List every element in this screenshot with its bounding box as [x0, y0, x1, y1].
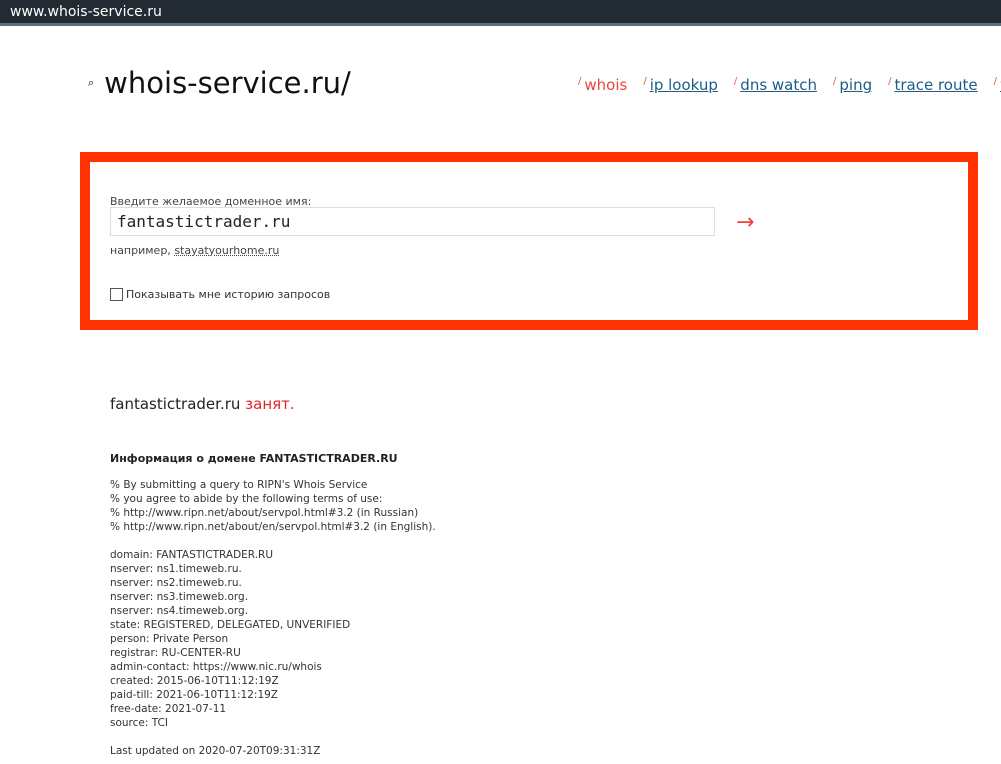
- search-form: Введите желаемое доменное имя: fantastic…: [80, 152, 978, 330]
- nav-link[interactable]: ip lookup: [650, 76, 718, 94]
- nav-link[interactable]: trace route: [894, 76, 977, 94]
- nav-link[interactable]: dns watch: [740, 76, 817, 94]
- terms-line: % http://www.ripn.net/about/servpol.html…: [110, 507, 419, 519]
- result-line: fantastictrader.ru занят.: [110, 395, 295, 413]
- whois-record: created: 2015-06-10T11:12:19Z: [110, 675, 279, 687]
- address-bar[interactable]: www.whois-service.ru: [0, 0, 1001, 26]
- whois-title: Информация о домене FANTASTICTRADER.RU: [110, 452, 398, 465]
- whois-record: domain: FANTASTICTRADER.RU: [110, 549, 274, 561]
- whois-record: paid-till: 2021-06-10T11:12:19Z: [110, 689, 278, 701]
- nav-more[interactable]: /wha: [994, 76, 1001, 94]
- nav-ping[interactable]: / ping: [833, 76, 872, 94]
- whois-record: admin-contact: https://www.nic.ru/whois: [110, 661, 322, 673]
- history-label: Показывать мне историю запросов: [126, 288, 331, 301]
- records-block: domain: FANTASTICTRADER.RU nserver: ns1.t…: [110, 548, 436, 730]
- whois-record: nserver: ns2.timeweb.ru.: [110, 577, 242, 589]
- example-prefix: например,: [110, 244, 171, 257]
- logo-text: whois-service.ru/: [104, 66, 351, 100]
- whois-record: free-date: 2021-07-11: [110, 703, 227, 715]
- history-checkbox[interactable]: Показывать мне историю запросов: [110, 288, 330, 301]
- nav-link[interactable]: ping: [839, 76, 872, 94]
- whois-info: Информация о домене FANTASTICTRADER.RU %…: [110, 452, 436, 758]
- whois-record: person: Private Person: [110, 633, 229, 645]
- example-link[interactable]: stayatyourhome.ru: [174, 244, 279, 257]
- result-domain: fantastictrader.ru: [110, 395, 241, 413]
- nav-link[interactable]: whois: [584, 76, 627, 94]
- domain-input[interactable]: fantastictrader.ru: [110, 207, 715, 236]
- nav-whois[interactable]: / whois: [578, 76, 627, 94]
- terms-line: % you agree to abide by the following te…: [110, 493, 383, 505]
- nav-dns-watch[interactable]: / dns watch: [734, 76, 817, 94]
- search-icon: ⌕: [88, 76, 95, 89]
- whois-record: nserver: ns4.timeweb.org.: [110, 605, 249, 617]
- whois-record: registrar: RU-CENTER-RU: [110, 647, 241, 659]
- example-hint: например, stayatyourhome.ru: [110, 244, 279, 257]
- terms-line: % By submitting a query to RIPN's Whois …: [110, 479, 368, 491]
- url-text: www.whois-service.ru: [10, 4, 162, 20]
- submit-arrow-button[interactable]: →: [736, 210, 754, 235]
- nav-ip-lookup[interactable]: / ip lookup: [643, 76, 718, 94]
- whois-record: nserver: ns1.timeweb.ru.: [110, 563, 242, 575]
- site-logo[interactable]: ⌕ whois-service.ru/: [88, 66, 351, 100]
- main-nav: / whois / ip lookup / dns watch / ping / trac…: [578, 76, 1001, 94]
- status-badge: занят.: [245, 395, 295, 413]
- last-updated: Last updated on 2020-07-20T09:31:31Z: [110, 745, 321, 757]
- checkbox-icon[interactable]: [110, 288, 123, 301]
- whois-record: nserver: ns3.timeweb.org.: [110, 591, 249, 603]
- whois-record: source: TCI: [110, 717, 168, 729]
- terms-line: % http://www.ripn.net/about/en/servpol.h…: [110, 521, 436, 533]
- terms-block: % By submitting a query to RIPN's Whois …: [110, 478, 436, 534]
- whois-record: state: REGISTERED, DELEGATED, UNVERIFIED: [110, 619, 351, 631]
- nav-trace-route[interactable]: / trace route: [888, 76, 978, 94]
